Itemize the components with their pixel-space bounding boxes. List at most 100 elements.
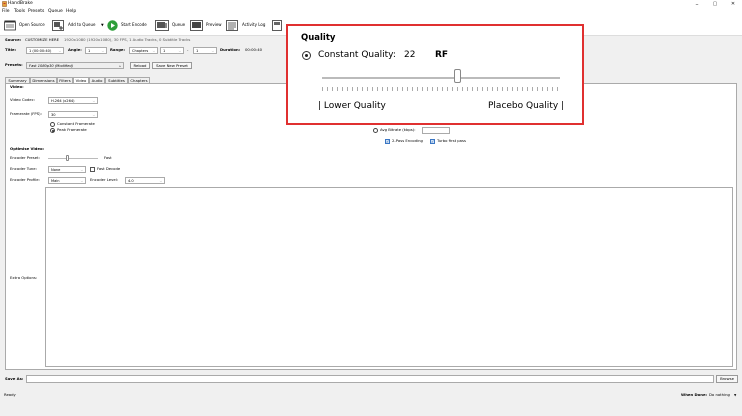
- source-name: CUSTOMIZE HERE: [25, 37, 60, 42]
- when-done-select[interactable]: Do nothing: [709, 392, 730, 398]
- handbrake-app-icon: [2, 1, 7, 7]
- chevron-down-icon: ⌵: [178, 49, 181, 53]
- save-as-label: Save As:: [5, 376, 24, 381]
- chevron-down-icon: ⌵: [152, 49, 155, 53]
- range-start-select[interactable]: 1 ⌵: [160, 47, 184, 54]
- chevron-down-icon: ⌵: [211, 49, 214, 53]
- encoder-preset-slider-track[interactable]: [48, 158, 98, 159]
- chevron-down-icon: ⌵: [80, 179, 83, 183]
- encoder-level-label: Encoder Level:: [90, 177, 119, 182]
- quality-slider-track[interactable]: [322, 77, 560, 79]
- quality-slider-thumb[interactable]: [454, 69, 462, 83]
- optimise-section-label: Optimise Video:: [10, 146, 45, 151]
- queue-icon[interactable]: [155, 20, 169, 31]
- quality-unit: RF: [435, 50, 449, 60]
- framerate-select[interactable]: 30 ⌵: [48, 111, 98, 118]
- encoder-tune-select[interactable]: None ⌵: [48, 166, 86, 173]
- avg-bitrate-input[interactable]: [422, 127, 450, 134]
- menu-tools[interactable]: Tools: [14, 9, 25, 15]
- encoder-profile-label: Encoder Profile:: [10, 177, 40, 182]
- turbo-first-pass-checkbox[interactable]: ✓: [430, 139, 435, 144]
- fast-decode-checkbox[interactable]: [90, 167, 95, 172]
- when-done-label: When Done:: [681, 392, 708, 397]
- extra-options-label: Extra Options:: [10, 275, 38, 280]
- lower-quality-label: | Lower Quality: [318, 101, 386, 111]
- chevron-down-icon: ⌵: [92, 99, 95, 103]
- open-source-button[interactable]: Open Source: [19, 22, 45, 28]
- peak-framerate-label: Peak Framerate: [57, 127, 87, 132]
- avg-bitrate-radio[interactable]: [373, 128, 378, 133]
- chevron-down-icon: ⌵: [80, 168, 83, 172]
- preview-button[interactable]: Preview: [206, 22, 222, 28]
- add-to-queue-chevron-down-icon[interactable]: ▼: [101, 22, 104, 28]
- presets-panel-icon[interactable]: [272, 20, 284, 31]
- save-new-preset-button[interactable]: Save New Preset: [152, 62, 192, 69]
- range-label: Range:: [110, 47, 126, 52]
- duration-value: 00:00:40: [245, 47, 263, 52]
- status-bar: [0, 388, 742, 416]
- quality-zoom-callout: Quality Constant Quality: 22 RF | Lower …: [286, 24, 584, 125]
- menu-file[interactable]: File: [2, 9, 10, 15]
- window-title: HandBrake: [8, 1, 33, 6]
- encoder-level-select[interactable]: 4.0 ⌵: [125, 177, 165, 184]
- menu-help[interactable]: Help: [66, 9, 76, 15]
- encoder-profile-select[interactable]: Main ⌵: [48, 177, 86, 184]
- browse-button[interactable]: Browse: [716, 375, 738, 383]
- play-icon[interactable]: [107, 20, 118, 31]
- chevron-right-icon: ▸: [119, 64, 121, 68]
- constant-quality-radio[interactable]: [302, 51, 311, 60]
- framerate-label: Framerate (FPS):: [10, 111, 42, 116]
- two-pass-label: 2-Pass Encoding: [392, 138, 423, 143]
- menu-bar: [0, 8, 742, 16]
- chevron-down-icon: ⌵: [92, 113, 95, 117]
- film-clapper-icon[interactable]: [4, 20, 16, 31]
- angle-label: Angle:: [68, 47, 82, 52]
- source-label: Source:: [5, 37, 22, 42]
- duration-label: Duration:: [220, 47, 241, 52]
- presets-label: Presets:: [5, 62, 23, 67]
- range-end-select[interactable]: 1 ⌵: [193, 47, 217, 54]
- video-section-label: Video:: [10, 84, 24, 89]
- encoder-preset-slider-thumb[interactable]: [66, 155, 69, 161]
- angle-select[interactable]: 1 ⌵: [85, 47, 107, 54]
- video-codec-select[interactable]: H.264 (x264) ⌵: [48, 97, 98, 104]
- start-encode-button[interactable]: Start Encode: [121, 22, 147, 28]
- avg-bitrate-label: Avg Bitrate (kbps):: [380, 127, 416, 132]
- range-separator: -: [187, 47, 189, 52]
- preview-icon[interactable]: [190, 20, 203, 31]
- when-done-chevron-down-icon[interactable]: ▼: [734, 392, 736, 398]
- video-codec-label: Video Codec:: [10, 97, 35, 102]
- encoder-tune-label: Encoder Tune:: [10, 166, 37, 171]
- fast-decode-label: Fast Decode: [97, 166, 121, 171]
- menu-presets[interactable]: Presets: [28, 9, 44, 15]
- activity-log-button[interactable]: Activity Log: [242, 22, 265, 28]
- constant-quality-label: Constant Quality:: [318, 50, 396, 60]
- save-as-input[interactable]: [26, 375, 714, 383]
- quality-slider-ticks: [322, 87, 560, 91]
- chevron-down-icon: ⌵: [101, 49, 104, 53]
- status-text: Ready: [4, 392, 16, 397]
- constant-quality-value: 22: [404, 50, 416, 60]
- quality-heading: Quality: [301, 33, 336, 43]
- source-info: 1920x1080 (1920x1080), 30 FPS, 1 Audio T…: [64, 37, 191, 42]
- extra-options-textarea[interactable]: [45, 187, 733, 367]
- add-to-queue-button[interactable]: Add to Queue: [68, 22, 95, 28]
- chevron-down-icon: ⌵: [159, 179, 162, 183]
- constant-framerate-radio[interactable]: [50, 122, 55, 127]
- activity-log-icon[interactable]: [226, 20, 238, 31]
- turbo-first-pass-label: Turbo first pass: [437, 138, 466, 143]
- reload-preset-button[interactable]: Reload: [130, 62, 150, 69]
- range-type-select[interactable]: Chapters ⌵: [129, 47, 158, 54]
- encoder-preset-value: Fast: [104, 155, 112, 160]
- two-pass-checkbox[interactable]: ✓: [385, 139, 390, 144]
- presets-select[interactable]: Fast 1080p30 (Modified) ▸: [26, 62, 124, 69]
- encoder-preset-label: Encoder Preset:: [10, 155, 40, 160]
- title-label: Title:: [5, 47, 17, 52]
- queue-button[interactable]: Queue: [172, 22, 185, 28]
- placebo-quality-label: Placebo Quality |: [488, 101, 565, 111]
- title-select[interactable]: 1 (00:00:40) ⌵: [26, 47, 64, 54]
- add-to-queue-icon[interactable]: [52, 20, 64, 31]
- peak-framerate-radio[interactable]: [50, 128, 55, 133]
- menu-queue[interactable]: Queue: [48, 9, 63, 15]
- chevron-down-icon: ⌵: [58, 49, 61, 53]
